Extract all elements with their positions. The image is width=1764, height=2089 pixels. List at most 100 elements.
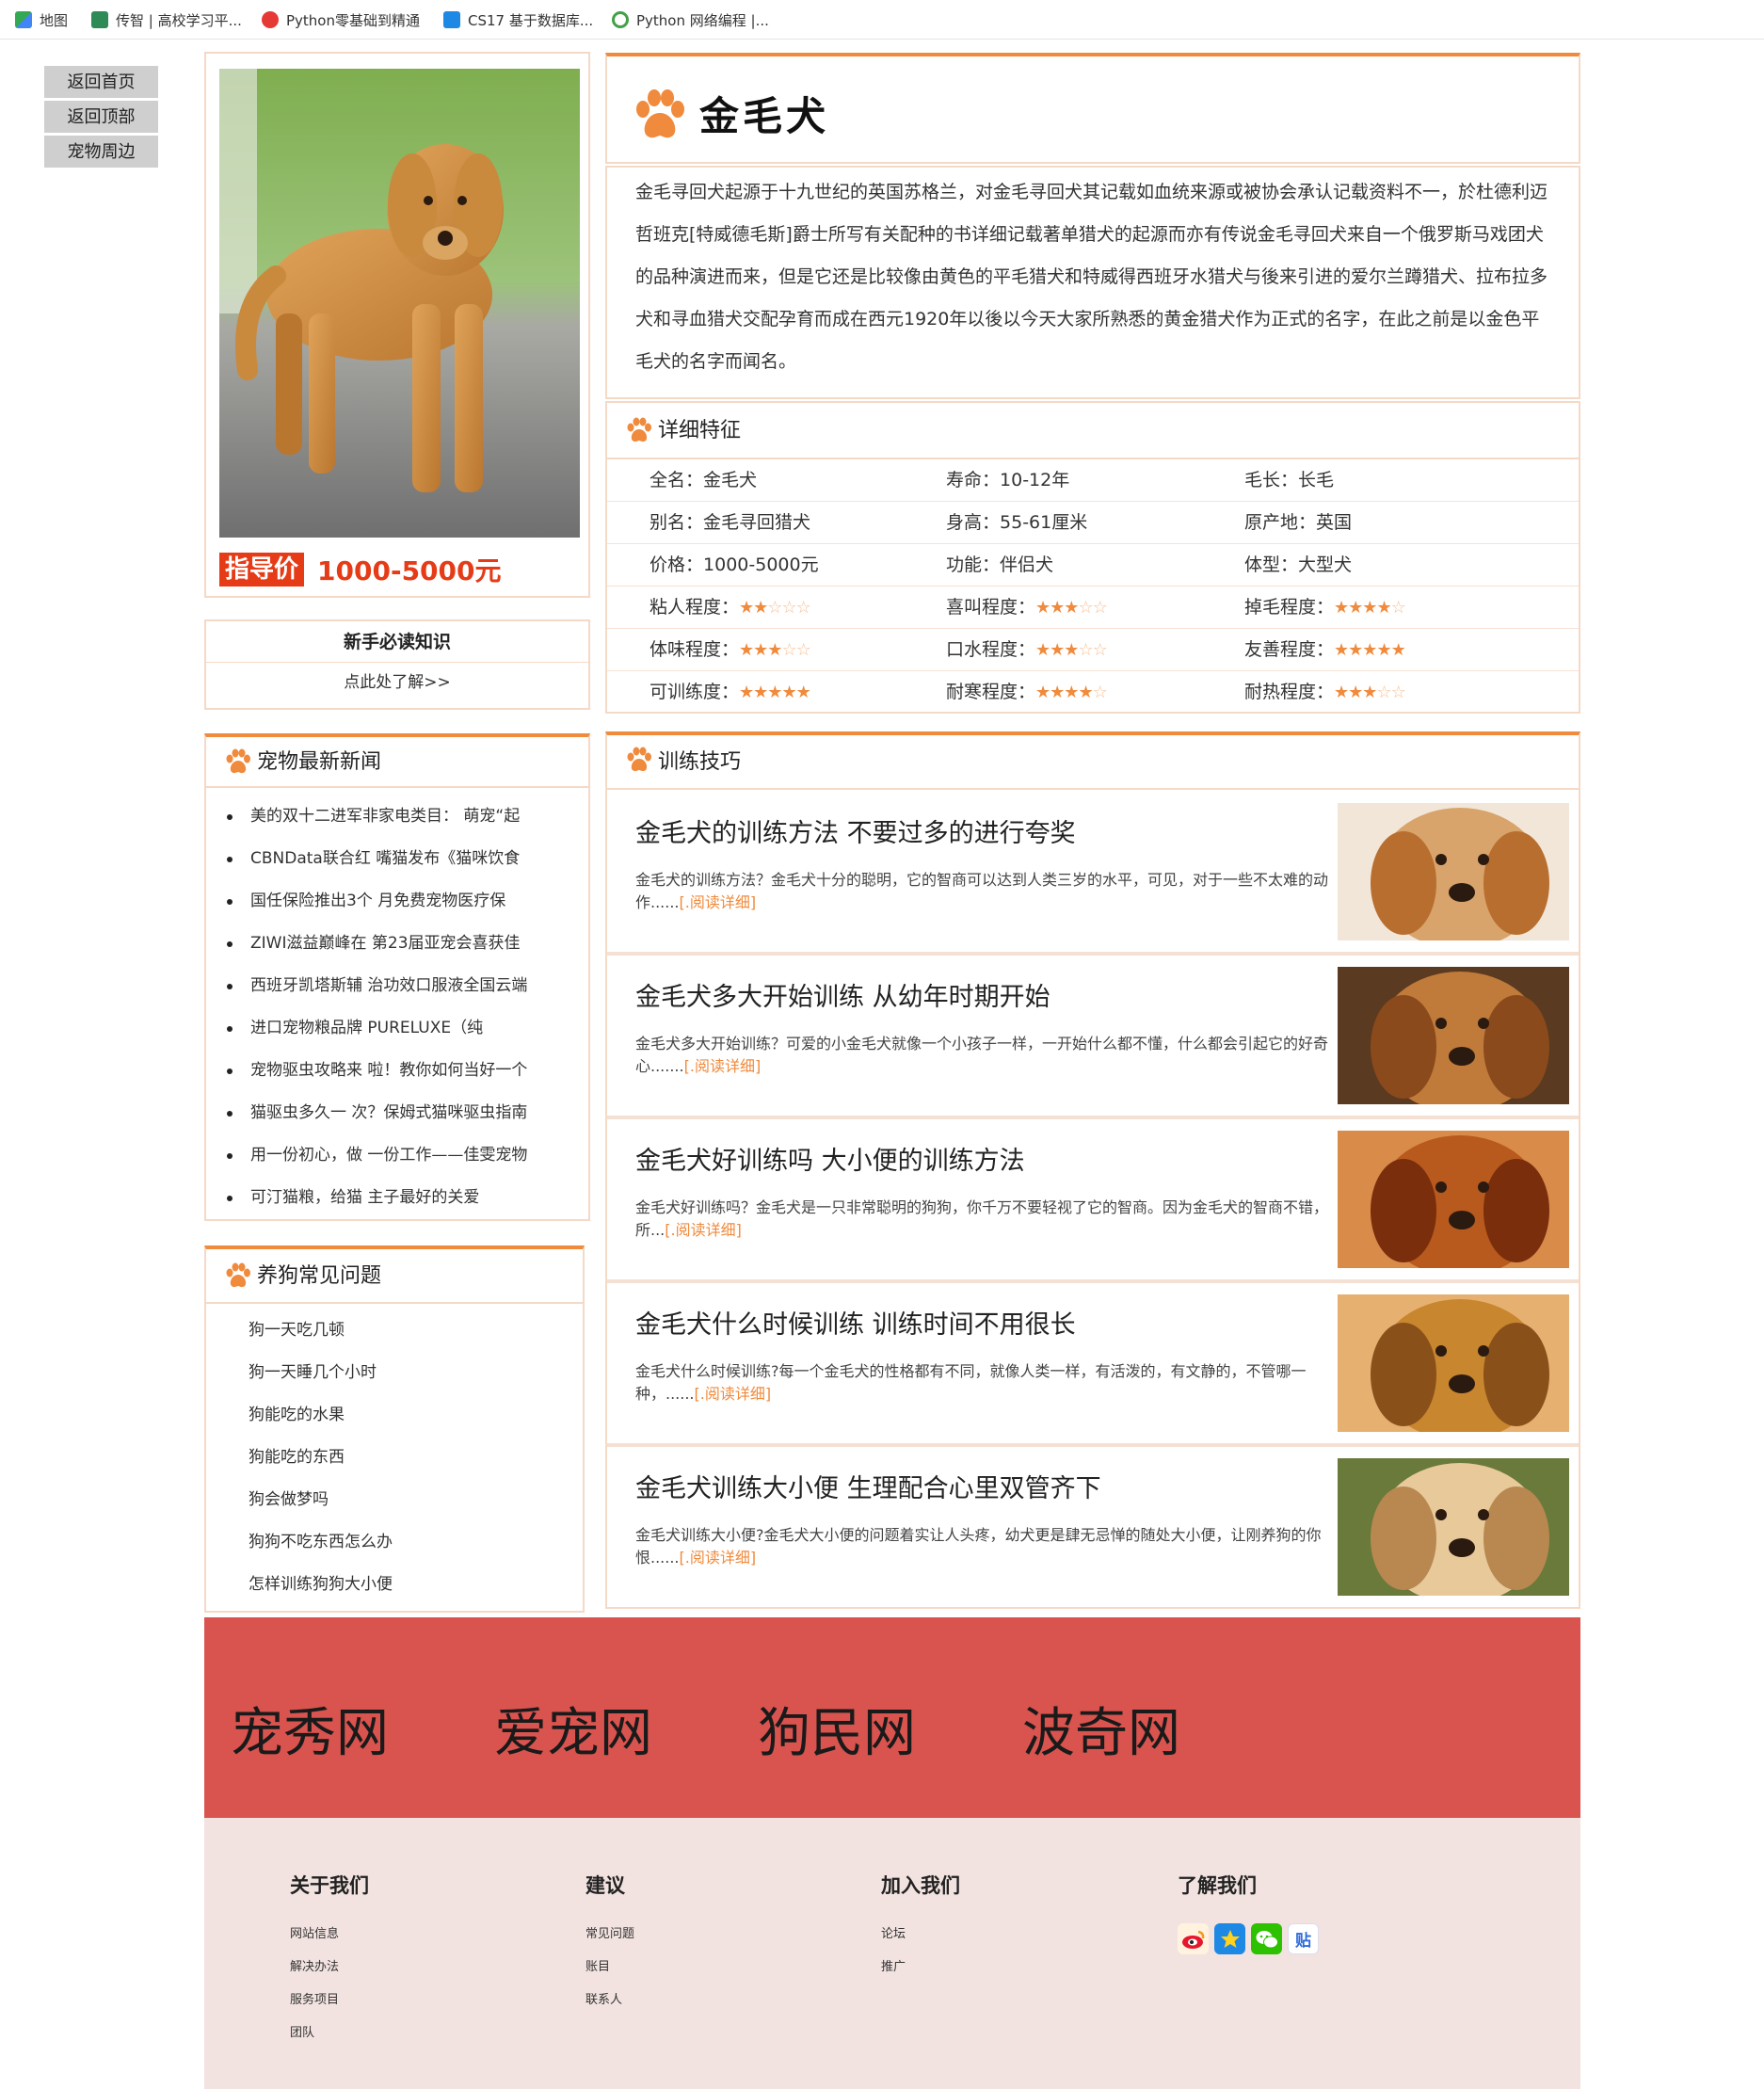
faq-item[interactable]: 狗能吃的东西 [206,1437,583,1479]
price-tag: 指导价 [219,553,305,587]
bullet-icon [227,984,233,989]
bullet-icon [227,1069,233,1074]
footer-join: 加入我们 论坛 推广 [881,1871,960,1989]
training-article-summary: 金毛犬多大开始训练？可爱的小金毛犬就像一个小孩子一样，一开始什么都不懂，什么都会… [635,1033,1332,1078]
bookmark-maps[interactable]: 地图 [15,9,68,30]
news-item[interactable]: 西班牙凯塔斯辅 治功效口服液全国云端 [225,965,573,1007]
faq-item[interactable]: 狗一天吃几顿 [206,1310,583,1352]
footer-link[interactable]: 论坛 [881,1923,960,1956]
tieba-icon[interactable]: 贴 [1288,1923,1319,1954]
news-item[interactable]: 宠物驱虫攻略来 啦！教你如何当好一个 [225,1050,573,1092]
feature-value: 55-61厘米 [1000,512,1088,533]
training-article-title[interactable]: 金毛犬好训练吗 大小便的训练方法 [635,1140,1025,1177]
feature-cell: 寿命：10-12年 [946,459,1069,502]
golden-retriever-thumbnail[interactable] [1338,1131,1569,1268]
beginner-guide-link[interactable]: 点此处了解>> [206,665,588,702]
wechat-icon[interactable] [1251,1923,1282,1954]
read-more-link[interactable]: [.阅读详细] [680,1549,757,1567]
news-item[interactable]: 美的双十二进军非家电类目： 萌宠“起 [225,795,573,838]
news-item[interactable]: 用一份初心，做 一份工作——佳雯宠物 [225,1134,573,1177]
star-filled-icon: ★ [1064,597,1079,618]
feature-value: 10-12年 [1000,470,1070,490]
golden-retriever-thumbnail[interactable] [1338,967,1569,1104]
rating-label: 粘人程度： [649,597,740,618]
news-item[interactable]: 国任保险推出3个 月免费宠物医疗保 [225,880,573,923]
training-article[interactable]: 金毛犬好训练吗 大小便的训练方法 金毛犬好训练吗？金毛犬是一只非常聪明的狗狗，你千… [607,1121,1579,1283]
star-filled-icon: ★ [1390,639,1406,660]
training-article-summary: 金毛犬什么时候训练?每一个金毛犬的性格都有不同，就像人类一样，有活泼的，有文静的… [635,1360,1332,1406]
nav-pet-goods-button[interactable]: 宠物周边 [44,136,158,169]
feature-value: 长毛 [1298,470,1335,490]
star-empty-icon: ☆ [795,639,811,660]
footer-link[interactable]: 团队 [290,2022,369,2055]
training-article-title[interactable]: 金毛犬多大开始训练 从幼年时期开始 [635,976,1050,1013]
footer-link[interactable]: 账目 [585,1956,634,1989]
star-empty-icon: ☆ [1078,597,1093,618]
footer-link[interactable]: 常见问题 [585,1923,634,1956]
faq-item[interactable]: 狗一天睡几个小时 [206,1352,583,1394]
qzone-icon[interactable] [1214,1923,1245,1954]
bookmark-cs17[interactable]: CS17 基于数据库... [443,9,593,30]
read-more-link[interactable]: [.阅读详细] [680,893,757,911]
golden-retriever-thumbnail[interactable] [1338,1294,1569,1432]
rating-cell: 口水程度：★★★☆☆ [946,629,1108,671]
nav-top-button[interactable]: 返回顶部 [44,101,158,134]
training-article[interactable]: 金毛犬多大开始训练 从幼年时期开始金毛犬多大开始训练？可爱的小金毛犬就像一个小孩… [607,957,1579,1119]
training-article-title[interactable]: 金毛犬训练大小便 生理配合心里双管齐下 [635,1468,1101,1504]
star-empty-icon: ☆ [781,597,796,618]
feature-key: 全名： [649,470,704,490]
read-more-link[interactable]: [.阅读详细] [684,1057,762,1075]
bookmark-python-network[interactable]: Python 网络编程 |... [612,9,769,30]
star-filled-icon: ★ [1334,639,1349,660]
friend-link[interactable]: 爱宠网 [494,1691,652,1767]
news-title: 猫驱虫多久一 次？保姆式猫咪驱虫指南 [250,1103,528,1122]
training-article[interactable]: 金毛犬训练大小便 生理配合心里双管齐下 金毛犬训练大小便?金毛犬大小便的问题着实让… [607,1449,1579,1611]
golden-retriever-thumbnail[interactable] [1338,803,1569,940]
footer-join-title: 加入我们 [881,1874,960,1897]
faq-item[interactable]: 狗狗不吃东西怎么办 [206,1521,583,1564]
news-item[interactable]: ZIWI滋益巅峰在 第23届亚宠会喜获佳 [225,923,573,965]
star-filled-icon: ★ [1376,639,1391,660]
training-article[interactable]: 金毛犬什么时候训练 训练时间不用很长金毛犬什么时候训练?每一个金毛犬的性格都有不… [607,1285,1579,1447]
star-empty-icon: ☆ [767,597,782,618]
star-filled-icon: ★ [1035,639,1050,660]
rating-label: 耐热程度： [1244,682,1335,702]
rating-label: 体味程度： [649,639,740,660]
faq-item[interactable]: 狗会做梦吗 [206,1479,583,1521]
nav-home-button[interactable]: 返回首页 [44,66,158,99]
read-more-link[interactable]: [.阅读详细] [665,1221,742,1239]
footer-link[interactable]: 网站信息 [290,1923,369,1956]
friend-link[interactable]: 波奇网 [1022,1691,1180,1767]
bookmark-python-basics[interactable]: Python零基础到精通 [262,9,420,30]
faq-item[interactable]: 怎样训练狗狗大小便 [206,1564,583,1606]
friend-link[interactable]: 狗民网 [758,1691,916,1767]
footer-link[interactable]: 服务项目 [290,1989,369,2022]
news-item[interactable]: 猫驱虫多久一 次？保姆式猫咪驱虫指南 [225,1092,573,1134]
feature-key: 毛长： [1244,470,1299,490]
star-filled-icon: ★ [1050,639,1065,660]
golden-retriever-thumbnail[interactable] [1338,1458,1569,1596]
footer-link[interactable]: 推广 [881,1956,960,1989]
bookmark-chuanzhi[interactable]: 传智 | 高校学习平... [91,9,242,30]
maps-icon [15,11,32,28]
footer-about-title: 关于我们 [290,1874,369,1897]
footer-link[interactable]: 联系人 [585,1989,634,2022]
friend-link[interactable]: 宠秀网 [231,1691,389,1767]
star-filled-icon: ★ [1348,639,1363,660]
faq-item[interactable]: 狗能吃的水果 [206,1394,583,1437]
training-article-title[interactable]: 金毛犬的训练方法 不要过多的进行夸奖 [635,812,1076,849]
news-item[interactable]: 进口宠物粮品牌 PURELUXE（纯 [225,1007,573,1050]
star-filled-icon: ★ [1064,639,1079,660]
footer-advice: 建议 常见问题 账目 联系人 [585,1871,634,2022]
footer-link[interactable]: 解决办法 [290,1956,369,1989]
bullet-icon [227,1153,233,1159]
news-box: 宠物最新新闻 美的双十二进军非家电类目： 萌宠“起 CBNData联合红 嘴猫发布… [204,733,590,1221]
friend-links-band: 宠秀网 爱宠网 狗民网 波奇网 [204,1617,1580,1818]
news-item[interactable]: 可汀猫粮，给猫 主子最好的关爱 [225,1177,573,1219]
training-article-title[interactable]: 金毛犬什么时候训练 训练时间不用很长 [635,1304,1076,1341]
training-article[interactable]: 金毛犬的训练方法 不要过多的进行夸奖 金毛犬的训练方法？金毛犬十分的聪明，它的智商… [607,794,1579,956]
feature-cell: 毛长：长毛 [1244,459,1334,502]
weibo-icon[interactable] [1178,1923,1209,1954]
read-more-link[interactable]: [.阅读详细] [695,1385,772,1403]
news-item[interactable]: CBNData联合红 嘴猫发布《猫咪饮食 [225,838,573,880]
